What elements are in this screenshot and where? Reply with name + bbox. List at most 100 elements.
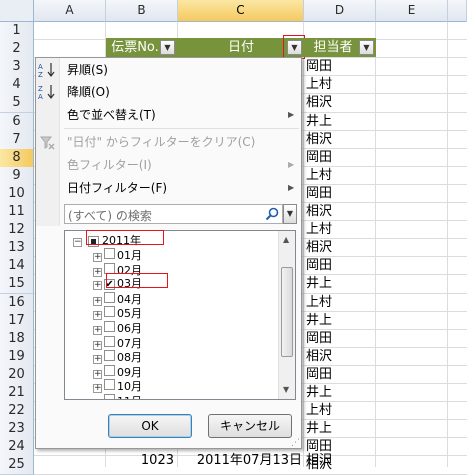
- expand-icon[interactable]: +: [93, 253, 102, 262]
- column-header-e[interactable]: E: [376, 0, 448, 22]
- menu-item-sort-by-color[interactable]: 色で並べ替え(T) ▶: [36, 104, 301, 126]
- cell-d13[interactable]: 相沢: [306, 238, 332, 258]
- menu-item-sort-ascending[interactable]: AZ 昇順(S): [36, 59, 301, 81]
- row-header-22[interactable]: 22: [0, 402, 34, 422]
- row-header-10[interactable]: 10: [0, 184, 34, 204]
- filter-dropdown-slip-no[interactable]: ▼: [160, 40, 175, 55]
- month-checkbox[interactable]: [104, 394, 115, 399]
- scroll-down-icon[interactable]: ▼: [283, 385, 289, 394]
- row-header-16[interactable]: 16: [0, 293, 34, 313]
- scroll-thumb[interactable]: [281, 267, 293, 357]
- cell-d11[interactable]: 相沢: [306, 202, 332, 222]
- menu-item-date-filter[interactable]: 日付フィルター(F) ▶: [36, 177, 301, 199]
- row-header-5[interactable]: 5: [0, 94, 34, 114]
- row-header-19[interactable]: 19: [0, 347, 34, 367]
- row-header-24[interactable]: 24: [0, 438, 34, 458]
- collapse-icon[interactable]: −: [73, 238, 82, 247]
- row-header-7[interactable]: 7: [0, 130, 34, 150]
- cell-d10[interactable]: 岡田: [306, 184, 332, 204]
- row-header-23[interactable]: 23: [0, 420, 34, 440]
- row-header-15[interactable]: 15: [0, 275, 34, 295]
- cell-d9[interactable]: 上村: [306, 166, 332, 186]
- row-header-8[interactable]: 8: [0, 148, 34, 168]
- tree-node-month[interactable]: +04月: [93, 291, 142, 306]
- expand-icon[interactable]: +: [93, 281, 102, 291]
- cell-d21[interactable]: 井上: [306, 383, 332, 403]
- tree-node-month[interactable]: +01月: [93, 248, 142, 262]
- month-checkbox[interactable]: [104, 262, 115, 274]
- month-checkbox[interactable]: [104, 379, 115, 391]
- cell-d7[interactable]: 相沢: [306, 130, 332, 150]
- expand-icon[interactable]: +: [93, 311, 102, 321]
- month-checkbox[interactable]: [104, 291, 115, 303]
- cell-c25[interactable]: 2011年07月13日: [190, 451, 302, 471]
- row-header-13[interactable]: 13: [0, 239, 34, 259]
- cell-d3[interactable]: 岡田: [306, 57, 332, 77]
- row-header-25[interactable]: 25: [0, 456, 34, 475]
- cell-d20[interactable]: 岡田: [306, 365, 332, 385]
- scroll-up-icon[interactable]: ▲: [283, 235, 289, 244]
- month-checkbox[interactable]: [104, 364, 115, 376]
- cell-d5[interactable]: 相沢: [306, 93, 332, 113]
- menu-item-color-filter[interactable]: 色フィルター(I) ▶: [36, 154, 301, 176]
- cell-d12[interactable]: 上村: [306, 220, 332, 240]
- row-header-11[interactable]: 11: [0, 203, 34, 222]
- row-header-20[interactable]: 20: [0, 365, 34, 385]
- column-header-f[interactable]: [448, 0, 467, 22]
- expand-icon[interactable]: +: [93, 369, 102, 379]
- month-checkbox[interactable]: [104, 306, 115, 318]
- cell-d15[interactable]: 井上: [306, 274, 332, 294]
- column-header-d[interactable]: D: [304, 0, 376, 22]
- resize-grip-icon[interactable]: ⋰: [291, 438, 300, 448]
- cancel-button[interactable]: キャンセル: [208, 414, 292, 438]
- month-checkbox[interactable]: [104, 321, 115, 332]
- menu-item-sort-descending[interactable]: ZA 降順(O): [36, 81, 301, 103]
- cell-d6[interactable]: 井上: [306, 112, 332, 132]
- cell-d18[interactable]: 岡田: [306, 329, 332, 349]
- row-header-2[interactable]: 2: [0, 40, 34, 60]
- tree-node-month[interactable]: +07月: [93, 335, 142, 350]
- filter-dropdown-staff[interactable]: ▼: [359, 40, 374, 55]
- search-options-dropdown[interactable]: ▼: [283, 204, 297, 224]
- row-header-3[interactable]: 3: [0, 58, 34, 78]
- row-header-18[interactable]: 18: [0, 329, 34, 349]
- cell-d14[interactable]: 岡田: [306, 256, 332, 276]
- row-header-21[interactable]: 21: [0, 384, 34, 403]
- row-header-6[interactable]: 6: [0, 112, 34, 132]
- row-header-14[interactable]: 14: [0, 257, 34, 277]
- expand-icon[interactable]: +: [93, 326, 102, 335]
- expand-icon[interactable]: +: [93, 267, 102, 277]
- expand-icon[interactable]: +: [93, 340, 102, 350]
- cell-d23[interactable]: 井上: [306, 419, 332, 439]
- cell-d19[interactable]: 相沢: [306, 347, 332, 367]
- column-header-c[interactable]: C: [178, 0, 304, 22]
- select-all-corner[interactable]: [0, 0, 34, 22]
- expand-icon[interactable]: +: [94, 399, 102, 400]
- cell-d8[interactable]: 岡田: [306, 148, 332, 168]
- tree-scrollbar[interactable]: ▲ ▼: [278, 231, 295, 399]
- expand-icon[interactable]: +: [93, 384, 102, 394]
- tree-node-month[interactable]: +06月: [93, 321, 142, 335]
- row-header-1[interactable]: 1: [0, 22, 34, 41]
- cell-d4[interactable]: 上村: [306, 75, 332, 95]
- cell-b25[interactable]: 1023: [106, 451, 174, 471]
- expand-icon[interactable]: +: [93, 296, 102, 306]
- cell-d25[interactable]: 相沢: [306, 451, 332, 471]
- row-header-9[interactable]: 9: [0, 166, 34, 186]
- month-checkbox[interactable]: [104, 350, 115, 362]
- row-header-12[interactable]: 12: [0, 221, 34, 241]
- tree-node-month[interactable]: +05月: [93, 306, 142, 321]
- tree-node-month[interactable]: +10月: [93, 379, 142, 394]
- row-header-17[interactable]: 17: [0, 311, 34, 331]
- column-header-a[interactable]: A: [34, 0, 106, 22]
- expand-icon[interactable]: +: [93, 355, 102, 365]
- cell-d22[interactable]: 上村: [306, 401, 332, 421]
- cell-d16[interactable]: 上村: [306, 293, 332, 313]
- tree-node-month[interactable]: +09月: [93, 364, 142, 379]
- column-header-b[interactable]: B: [106, 0, 178, 22]
- filter-search-box[interactable]: (すべて) の検索: [64, 204, 283, 224]
- row-header-4[interactable]: 4: [0, 76, 34, 96]
- tree-node-month[interactable]: +08月: [93, 350, 142, 365]
- tree-node-month[interactable]: +11月: [93, 394, 142, 400]
- menu-item-clear-filter[interactable]: "日付" からフィルターをクリア(C): [36, 131, 301, 153]
